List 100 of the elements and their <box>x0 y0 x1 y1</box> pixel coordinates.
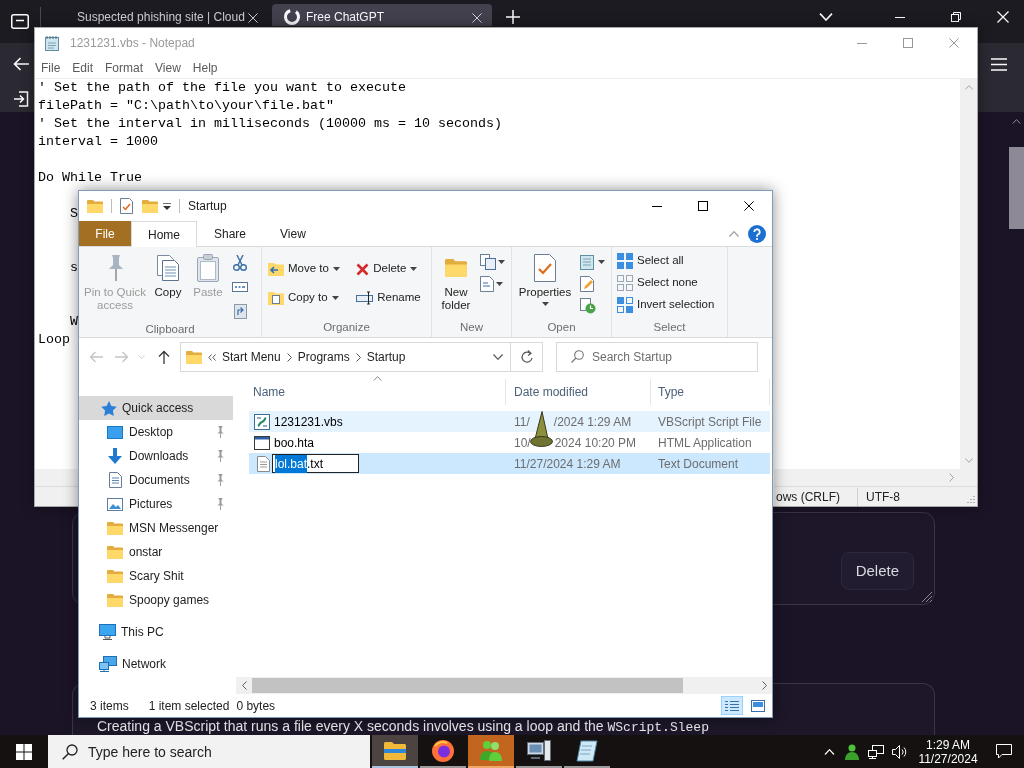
scroll-right-icon <box>761 681 767 690</box>
cut-button[interactable] <box>233 253 247 273</box>
breadcrumb[interactable]: Start Menu <box>222 348 281 366</box>
copy-button[interactable]: Copy <box>151 252 185 299</box>
help-icon <box>748 224 766 243</box>
details-view-icon <box>725 699 739 712</box>
paste-shortcut-button[interactable] <box>233 301 247 321</box>
menu-item[interactable]: Edit <box>66 58 100 78</box>
menu-item[interactable]: Help <box>186 58 224 78</box>
file-row[interactable]: 1231231.vbs 11/ /2024 1:29 AM VBScript Script File <box>249 411 770 432</box>
open-button[interactable] <box>580 252 605 272</box>
refresh-button[interactable] <box>511 342 543 372</box>
close-icon <box>472 13 482 23</box>
code-line: ' Set the interval in milliseconds (10000 ms = 10 seconds) <box>38 115 502 133</box>
nav-item[interactable]: Network <box>79 652 233 676</box>
nav-item[interactable]: Desktop <box>79 420 233 444</box>
status-text: 3 items <box>90 697 129 715</box>
delete-button[interactable]: Delete <box>356 258 425 280</box>
menu-item[interactable]: View <box>149 58 187 78</box>
breadcrumb[interactable]: Programs <box>297 348 350 366</box>
help-button[interactable] <box>748 224 766 243</box>
new-folder-button[interactable]: New folder <box>438 252 474 312</box>
folder-icon <box>107 521 123 535</box>
tab-close-button[interactable] <box>472 13 482 23</box>
new-item-button[interactable] <box>480 252 505 272</box>
select-all-icon <box>617 253 633 269</box>
menu-item[interactable]: Format <box>99 58 150 78</box>
easy-access-icon <box>480 276 494 292</box>
plus-icon <box>506 10 520 24</box>
tab-close-button[interactable] <box>248 13 258 23</box>
file-row[interactable]: lol.bat.txt 11/27/2024 1:29 AM Text Document <box>249 453 770 474</box>
code-line: interval = 1000 <box>38 133 158 151</box>
folder-copy-icon <box>268 291 284 305</box>
arrow-left-icon <box>89 351 103 363</box>
address-bar[interactable]: Start Menu Programs Startup <box>180 342 511 372</box>
column-header[interactable]: Type <box>651 379 770 405</box>
browser-tab[interactable]: Free ChatGPT <box>272 4 492 26</box>
person-icon <box>845 743 859 760</box>
arrow-up-icon <box>158 350 170 364</box>
computer-icon <box>527 739 551 762</box>
pencil-document-icon <box>580 276 595 292</box>
maximize-icon <box>698 201 708 211</box>
chevron-down-icon <box>493 354 503 360</box>
column-header[interactable]: Date modified <box>506 379 651 405</box>
invert-selection-button[interactable]: Invert selection <box>617 294 727 316</box>
status-text: UTF-8 <box>857 487 961 506</box>
document-check-icon <box>120 198 133 214</box>
nav-item[interactable]: onstar <box>79 540 233 564</box>
ribbon-tab[interactable]: Share <box>197 221 264 246</box>
breadcrumb[interactable]: Startup <box>366 348 406 366</box>
folder-icon <box>107 569 123 583</box>
properties-quick-button[interactable] <box>120 198 136 214</box>
nav-item[interactable]: Documents <box>79 468 233 492</box>
date-modified-text: 10/ <box>514 434 531 452</box>
folder-arrow-icon <box>268 262 284 276</box>
status-text: ows (CRLF) <box>775 488 841 506</box>
ribbon-tab[interactable]: Home <box>131 221 197 247</box>
nav-item[interactable]: Quick access <box>79 396 233 420</box>
column-header[interactable]: Name <box>249 379 506 405</box>
nav-item[interactable]: Downloads <box>79 444 233 468</box>
menu-icon <box>991 57 1007 71</box>
ribbon-group-label: Clipboard <box>145 322 195 337</box>
ribbon-tab[interactable]: View <box>263 221 323 246</box>
nav-item[interactable]: Pictures <box>79 492 233 516</box>
ribbon-group-label: Select <box>653 320 686 336</box>
copy-to-button[interactable]: Copy to <box>268 287 345 309</box>
nav-item[interactable]: This PC <box>79 620 233 644</box>
caret-down-icon <box>498 260 505 264</box>
restore-icon <box>951 12 961 22</box>
windows-logo-icon <box>16 743 32 760</box>
arrow-left-icon <box>13 57 29 71</box>
folder-icon <box>107 545 123 559</box>
code-line: S <box>70 205 78 223</box>
properties-button[interactable]: Properties <box>516 252 574 306</box>
file-type-text: VBScript Script File <box>658 413 762 431</box>
view-button[interactable] <box>721 696 743 715</box>
nav-item[interactable]: Spoopy games <box>79 588 233 612</box>
folder-icon <box>384 741 406 760</box>
window-file-icon <box>254 435 270 450</box>
minimize-icon <box>895 16 905 18</box>
rename-button[interactable]: Rename <box>356 287 425 309</box>
delete-button[interactable]: Delete <box>840 552 914 590</box>
invert-selection-icon <box>617 297 633 313</box>
select-none-button[interactable]: Select none <box>617 272 727 294</box>
rename-field[interactable]: lol.bat.txt <box>272 454 359 473</box>
select-all-button[interactable]: Select all <box>617 250 727 272</box>
nav-item[interactable]: Scary Shit <box>79 564 233 588</box>
ribbon-tab[interactable]: File <box>79 221 131 246</box>
notification-icon <box>996 744 1012 759</box>
chevron-down-icon <box>819 13 833 21</box>
menu-item[interactable]: File <box>35 58 67 78</box>
browser-tab[interactable]: Suspected phishing site | Cloud <box>60 4 268 26</box>
new-tab-button[interactable] <box>506 10 520 24</box>
search-field[interactable]: Search Startup <box>556 342 758 372</box>
move-to-button[interactable]: Move to <box>268 258 345 280</box>
file-row[interactable]: boo.hta 10/ 2024 10:20 PM HTML Application <box>249 432 770 453</box>
search-field[interactable]: Type here to search <box>48 735 370 768</box>
easy-access-button[interactable] <box>480 274 505 294</box>
nav-item[interactable]: MSN Messenger <box>79 516 233 540</box>
browser-logo-icon <box>432 739 454 762</box>
